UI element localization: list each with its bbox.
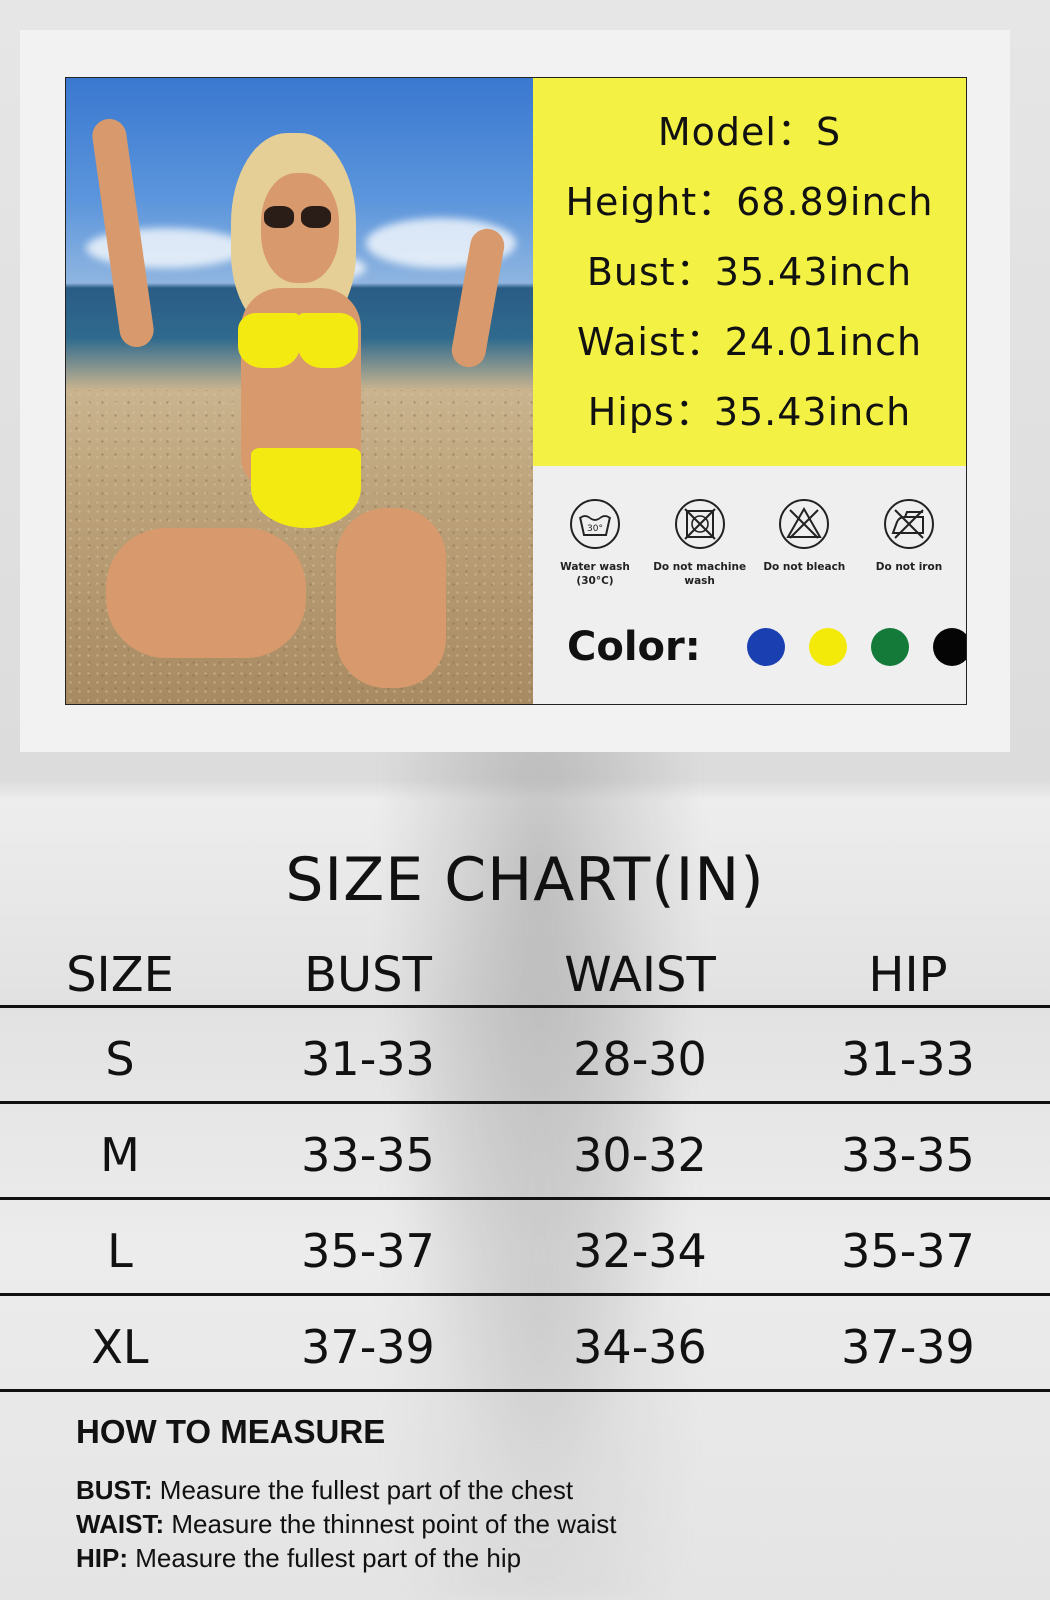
how-to-measure-section: HOW TO MEASURE BUST: Measure the fullest… <box>76 1413 616 1575</box>
waist-cell: 28-30 <box>573 1032 707 1086</box>
color-swatch-blue[interactable] <box>746 628 785 666</box>
table-header-row: SIZE BUST WAIST HIP <box>0 945 1050 1008</box>
color-options: Color: <box>567 624 966 670</box>
size-cell: XL <box>91 1320 149 1374</box>
column-header-size: SIZE <box>66 947 174 1003</box>
measure-text: Measure the fullest part of the hip <box>128 1543 522 1573</box>
water-wash-30-icon: 30° <box>570 499 620 549</box>
no-machine-wash-icon <box>674 499 725 549</box>
bust-cell: 35-37 <box>301 1224 435 1278</box>
column-header-bust: BUST <box>304 947 432 1003</box>
model-bust: Bust：35.43inch <box>586 250 913 294</box>
column-header-hip: HIP <box>868 947 948 1003</box>
wash-temperature-text: 30° <box>587 524 603 534</box>
care-item-water-wash: 30° Water wash (30°C) <box>547 498 643 588</box>
measure-term: HIP: <box>76 1543 128 1573</box>
hip-cell: 35-37 <box>841 1224 975 1278</box>
product-info-card: Model：S Height：68.89inch Bust：35.43inch … <box>65 77 967 705</box>
table-row: XL 37-39 34-36 37-39 <box>0 1296 1050 1392</box>
care-instructions: 30° Water wash (30°C) Do not machine was… <box>547 498 957 588</box>
size-cell: S <box>105 1032 135 1086</box>
hip-cell: 31-33 <box>841 1032 975 1086</box>
waist-cell: 30-32 <box>573 1128 707 1182</box>
measure-line-hip: HIP: Measure the fullest part of the hip <box>76 1541 616 1575</box>
column-header-waist: WAIST <box>564 947 716 1003</box>
care-item-do-not-bleach: Do not bleach <box>756 498 852 588</box>
care-and-color-panel: 30° Water wash (30°C) Do not machine was… <box>533 466 966 704</box>
bust-cell: 31-33 <box>301 1032 435 1086</box>
color-swatch-yellow[interactable] <box>808 628 847 666</box>
size-chart-table: SIZE BUST WAIST HIP S 31-33 28-30 31-33 … <box>0 945 1050 1392</box>
hip-cell: 37-39 <box>841 1320 975 1374</box>
do-not-bleach-icon <box>779 499 830 549</box>
table-row: L 35-37 32-34 35-37 <box>0 1200 1050 1296</box>
color-label: Color: <box>567 624 701 670</box>
size-cell: L <box>107 1224 133 1278</box>
care-item-no-machine-wash: Do not machine wash <box>652 498 748 588</box>
care-label: Water wash (30°C) <box>560 561 630 587</box>
waist-cell: 32-34 <box>573 1224 707 1278</box>
measure-term: WAIST: <box>76 1509 165 1539</box>
model-height: Height：68.89inch <box>565 180 934 224</box>
table-row: M 33-35 30-32 33-35 <box>0 1104 1050 1200</box>
measure-text: Measure the fullest part of the chest <box>152 1475 574 1505</box>
measure-line-waist: WAIST: Measure the thinnest point of the… <box>76 1507 616 1541</box>
measure-term: BUST: <box>76 1475 153 1505</box>
care-label: Do not machine wash <box>653 561 747 587</box>
do-not-iron-icon <box>883 499 934 549</box>
size-chart-title: SIZE CHART(IN) <box>285 845 765 915</box>
measure-text: Measure the thinnest point of the waist <box>164 1509 617 1539</box>
measure-line-bust: BUST: Measure the fullest part of the ch… <box>76 1473 616 1507</box>
model-photo <box>66 78 533 704</box>
bust-cell: 37-39 <box>301 1320 435 1374</box>
care-label: Do not bleach <box>763 561 846 573</box>
color-swatch-black[interactable] <box>932 628 966 666</box>
bust-cell: 33-35 <box>301 1128 435 1182</box>
model-hips: Hips：35.43inch <box>587 390 912 434</box>
model-waist: Waist：24.01inch <box>576 320 923 364</box>
care-item-do-not-iron: Do not iron <box>861 498 957 588</box>
model-size: Model：S <box>657 110 842 154</box>
color-swatch-green[interactable] <box>870 628 909 666</box>
table-row: S 31-33 28-30 31-33 <box>0 1008 1050 1104</box>
size-cell: M <box>100 1128 140 1182</box>
waist-cell: 34-36 <box>573 1320 707 1374</box>
hip-cell: 33-35 <box>841 1128 975 1182</box>
model-measurements-panel: Model：S Height：68.89inch Bust：35.43inch … <box>533 78 966 466</box>
care-label: Do not iron <box>875 561 943 573</box>
how-to-measure-title: HOW TO MEASURE <box>76 1413 386 1450</box>
